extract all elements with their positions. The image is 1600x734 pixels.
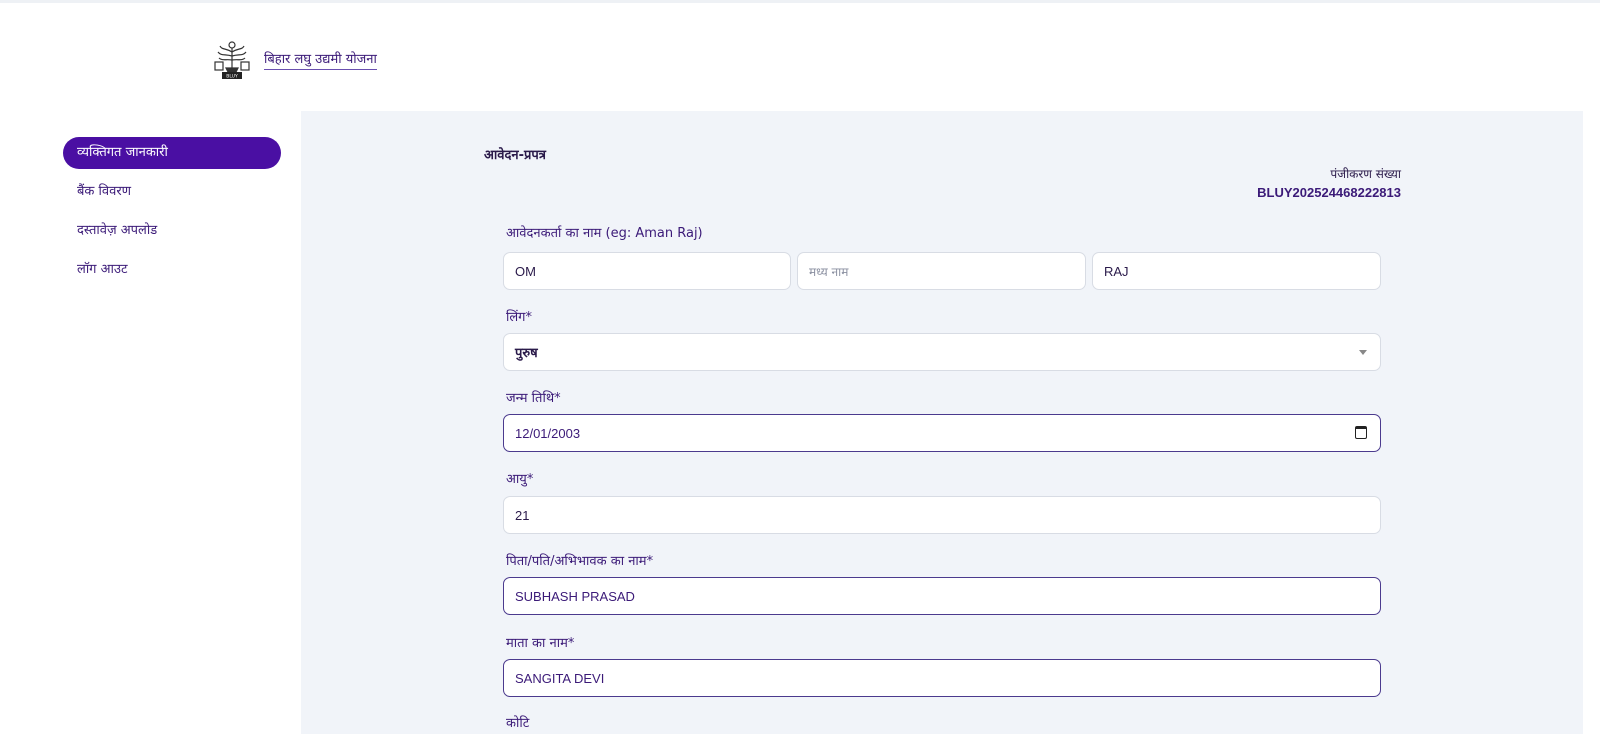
last-name-input[interactable]: RAJ — [1092, 252, 1381, 290]
age-label: आयु* — [506, 472, 534, 487]
site-header: BLUY बिहार लघु उद्यमी योजना — [212, 38, 377, 80]
registration-label: पंजीकरण संख्या — [1330, 167, 1401, 181]
father-name-input[interactable]: SUBHASH PRASAD — [503, 577, 1381, 615]
first-name-value: OM — [515, 263, 536, 279]
sidebar-item-bank-details[interactable]: बैंक विवरण — [63, 176, 281, 208]
age-value: 21 — [515, 507, 530, 523]
age-input[interactable]: 21 — [503, 496, 1381, 534]
svg-text:BLUY: BLUY — [226, 74, 238, 80]
father-name-label: पिता/पति/अभिभावक का नाम* — [506, 554, 654, 569]
brand-link[interactable]: बिहार लघु उद्यमी योजना — [264, 49, 377, 70]
top-border — [0, 0, 1600, 3]
category-label: कोटि — [506, 716, 530, 731]
mother-name-value: SANGITA DEVI — [515, 670, 605, 686]
last-name-value: RAJ — [1104, 263, 1129, 279]
gender-selected-value: पुरुष — [515, 346, 538, 361]
middle-name-input[interactable]: मध्य नाम — [797, 252, 1086, 290]
gender-label: लिंग* — [506, 310, 533, 325]
dob-value: 12/01/2003 — [515, 425, 581, 441]
registration-number: BLUY202524468222813 — [1257, 185, 1401, 200]
applicant-name-label: आवेदनकर्ता का नाम (eg: Aman Raj) — [506, 226, 703, 241]
form-panel: आवेदन-प्रपत्र पंजीकरण संख्या BLUY2025244… — [301, 111, 1583, 734]
mother-name-input[interactable]: SANGITA DEVI — [503, 659, 1381, 697]
first-name-input[interactable]: OM — [503, 252, 791, 290]
calendar-icon[interactable] — [1355, 426, 1367, 439]
middle-name-placeholder: मध्य नाम — [809, 264, 849, 279]
sidebar-item-logout[interactable]: लॉग आउट — [63, 254, 281, 286]
father-name-value: SUBHASH PRASAD — [515, 588, 635, 604]
dob-label: जन्म तिथि* — [506, 391, 561, 406]
bihar-emblem-logo-icon: BLUY — [214, 41, 250, 80]
sidebar-item-personal-info[interactable]: व्यक्तिगत जानकारी — [63, 137, 281, 169]
mother-name-label: माता का नाम* — [506, 636, 575, 651]
gender-select[interactable]: पुरुष — [503, 333, 1381, 371]
sidebar-nav: व्यक्तिगत जानकारी बैंक विवरण दस्तावेज़ अ… — [63, 137, 281, 293]
sidebar-item-document-upload[interactable]: दस्तावेज़ अपलोड — [63, 215, 281, 247]
chevron-down-icon — [1359, 350, 1367, 355]
dob-date-input[interactable]: 12/01/2003 — [503, 414, 1381, 452]
form-title: आवेदन-प्रपत्र — [484, 148, 546, 163]
